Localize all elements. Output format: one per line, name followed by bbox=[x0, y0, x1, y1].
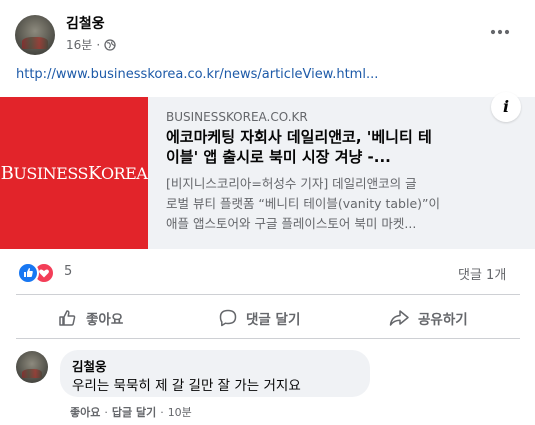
link-preview-card[interactable]: BUSINESSKOREA BUSINESSKOREA.CO.KR 에코마케팅 … bbox=[0, 97, 535, 249]
reactions-count[interactable]: 5 bbox=[64, 264, 72, 279]
comments-count[interactable]: 댓글 1개 bbox=[458, 264, 506, 283]
like-button[interactable]: 좋아요 bbox=[58, 305, 123, 331]
card-domain: BUSINESSKOREA.CO.KR bbox=[166, 110, 308, 124]
like-reaction-icon bbox=[17, 262, 39, 284]
comment-reply-link[interactable]: 답글 달기 bbox=[112, 404, 156, 420]
comment-actions: 좋아요 · 답글 달기 · 10분 bbox=[70, 404, 192, 420]
post-author-name[interactable]: 김철웅 bbox=[66, 13, 105, 33]
card-desc-line: 로벌 뷰티 플랫폼 “베니티 테이블(vanity table)”이 bbox=[166, 196, 440, 211]
share-button-label: 공유하기 bbox=[418, 312, 468, 328]
card-title[interactable]: 에코마케팅 자회사 데일리앤코, '베니티 테 이블' 앱 출시로 북미 시장 … bbox=[166, 127, 466, 167]
comment-text: 우리는 묵묵히 제 갈 길만 잘 가는 거지요 bbox=[72, 378, 301, 394]
reaction-icons[interactable] bbox=[17, 262, 59, 284]
card-title-line: 에코마케팅 자회사 데일리앤코, '베니티 테 bbox=[166, 128, 432, 146]
post-time[interactable]: 16분 bbox=[66, 36, 92, 53]
share-icon bbox=[388, 308, 410, 328]
info-icon[interactable]: i bbox=[491, 92, 521, 122]
comment-bubble: 김철웅 우리는 묵묵히 제 갈 길만 잘 가는 거지요 bbox=[60, 350, 370, 397]
comment-like-link[interactable]: 좋아요 bbox=[70, 404, 100, 420]
comment-time[interactable]: 10분 bbox=[168, 404, 192, 420]
meta-separator: · bbox=[96, 37, 101, 52]
globe-icon[interactable] bbox=[104, 38, 116, 51]
card-desc-line: 애플 앱스토어와 구글 플레이스토어 북미 마켓... bbox=[166, 216, 417, 231]
card-desc-line: [비지니스코리아=허성수 기자] 데일리앤코의 글 bbox=[166, 176, 417, 191]
share-button[interactable]: 공유하기 bbox=[388, 305, 468, 331]
card-description: [비지니스코리아=허성수 기자] 데일리앤코의 글 로벌 뷰티 플랫폼 “베니티… bbox=[166, 174, 506, 234]
comment-button[interactable]: 댓글 달기 bbox=[218, 305, 300, 331]
separator-dot: · bbox=[104, 405, 108, 419]
card-title-line: 이블' 앱 출시로 북미 시장 겨냥 -... bbox=[166, 148, 391, 166]
like-button-label: 좋아요 bbox=[86, 312, 124, 328]
comment-icon bbox=[218, 308, 238, 328]
thumbs-up-icon bbox=[58, 308, 78, 328]
separator-dot: · bbox=[160, 405, 164, 419]
post-meta: 16분 · bbox=[66, 36, 116, 53]
businesskorea-logo: BUSINESSKOREA bbox=[0, 163, 148, 184]
card-thumbnail[interactable]: BUSINESSKOREA bbox=[0, 97, 148, 249]
comment-button-label: 댓글 달기 bbox=[246, 312, 301, 328]
more-options-icon[interactable] bbox=[487, 22, 513, 42]
post-link[interactable]: http://www.businesskorea.co.kr/news/arti… bbox=[16, 67, 378, 82]
divider bbox=[16, 338, 520, 339]
divider bbox=[16, 294, 520, 295]
commenter-avatar[interactable] bbox=[16, 351, 48, 383]
commenter-name[interactable]: 김철웅 bbox=[72, 356, 107, 375]
author-avatar[interactable] bbox=[15, 15, 55, 55]
